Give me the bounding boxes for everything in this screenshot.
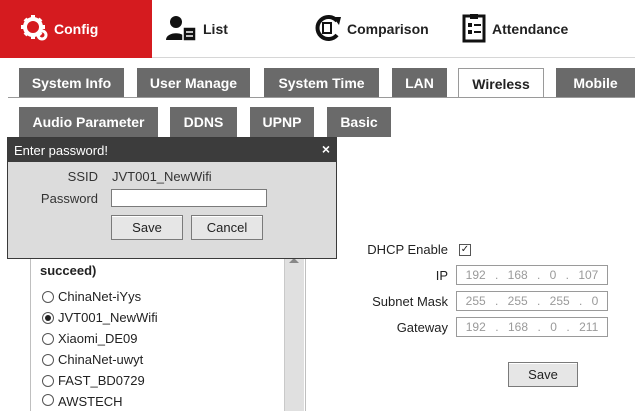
tab-upnp[interactable]: UPNP — [250, 107, 314, 137]
wifi-item[interactable]: AWSTECH — [42, 394, 123, 411]
comparison-icon — [313, 13, 343, 46]
wifi-ssid: Xiaomi_DE09 — [58, 331, 138, 346]
wifi-radio[interactable] — [42, 353, 54, 366]
network-save-button[interactable]: Save — [508, 362, 578, 387]
tab-system-info[interactable]: System Info — [19, 68, 124, 98]
wifi-radio[interactable] — [42, 290, 54, 303]
nav-list[interactable]: List — [165, 0, 228, 58]
gear-icon — [20, 14, 50, 45]
user-list-icon — [165, 14, 199, 45]
wifi-ssid: ChinaNet-uwyt — [58, 352, 144, 367]
tab-wireless[interactable]: Wireless — [458, 68, 544, 98]
wifi-ssid: JVT001_NewWifi — [58, 310, 158, 325]
subnet-mask-input[interactable]: 255. 255. 255. 0 — [456, 291, 608, 311]
password-input[interactable] — [111, 189, 267, 207]
dialog-title-bar: Enter password! × — [8, 138, 336, 162]
tab-basic[interactable]: Basic — [327, 107, 391, 137]
tab-lan[interactable]: LAN — [392, 68, 447, 98]
tab-ddns[interactable]: DDNS — [170, 107, 237, 137]
dialog-save-button[interactable]: Save — [111, 215, 183, 240]
wifi-item[interactable]: Xiaomi_DE09 — [42, 331, 138, 346]
wifi-list-scrollbar[interactable] — [284, 254, 304, 411]
nav-config-label: Config — [54, 21, 99, 37]
tab-system-time[interactable]: System Time — [264, 68, 379, 98]
wifi-radio[interactable] — [42, 394, 54, 406]
tab-divider — [8, 97, 635, 98]
wifi-ssid: AWSTECH — [58, 394, 123, 409]
wifi-item[interactable]: JVT001_NewWifi — [42, 310, 158, 325]
tab-mobile[interactable]: Mobile — [556, 68, 635, 98]
dialog-cancel-button[interactable]: Cancel — [191, 215, 263, 240]
gateway-input[interactable]: 192. 168. 0. 211 — [456, 317, 608, 337]
password-dialog: Enter password! × SSID JVT001_NewWifi Pa… — [7, 137, 337, 259]
nav-comparison[interactable]: Comparison — [313, 0, 429, 58]
ip-input[interactable]: 192. 168. 0. 107 — [456, 265, 608, 285]
wifi-status-text: succeed) — [40, 263, 97, 278]
wifi-item[interactable]: ChinaNet-uwyt — [42, 352, 143, 367]
dialog-title: Enter password! — [14, 142, 108, 158]
gateway-label: Gateway — [396, 320, 448, 335]
password-label: Password — [40, 191, 98, 206]
wifi-ssid: ChinaNet-iYys — [58, 289, 142, 304]
subnet-mask-label: Subnet Mask — [372, 294, 448, 309]
wifi-radio[interactable] — [42, 332, 54, 345]
dhcp-label: DHCP Enable — [367, 242, 448, 257]
ssid-value: JVT001_NewWifi — [112, 169, 212, 184]
nav-comparison-label: Comparison — [347, 21, 429, 37]
wifi-item[interactable]: ChinaNet-iYys — [42, 289, 141, 304]
dhcp-checkbox[interactable]: ✓ — [459, 244, 471, 256]
wifi-item[interactable]: FAST_BD0729 — [42, 373, 145, 388]
nav-attendance[interactable]: Attendance — [462, 0, 568, 58]
wifi-radio[interactable] — [42, 374, 54, 387]
top-navigation: Config List Comparison Attendance — [0, 0, 635, 58]
ssid-label: SSID — [67, 169, 98, 184]
wifi-radio-selected[interactable] — [42, 311, 54, 324]
nav-attendance-label: Attendance — [492, 21, 569, 37]
nav-list-label: List — [203, 21, 228, 37]
wifi-ssid: FAST_BD0729 — [58, 373, 145, 388]
tab-audio-parameter[interactable]: Audio Parameter — [19, 107, 158, 137]
attendance-icon — [462, 13, 488, 46]
ip-label: IP — [435, 268, 448, 283]
tab-user-manage[interactable]: User Manage — [137, 68, 250, 98]
close-icon[interactable]: × — [322, 141, 330, 157]
nav-config[interactable]: Config — [0, 0, 152, 58]
